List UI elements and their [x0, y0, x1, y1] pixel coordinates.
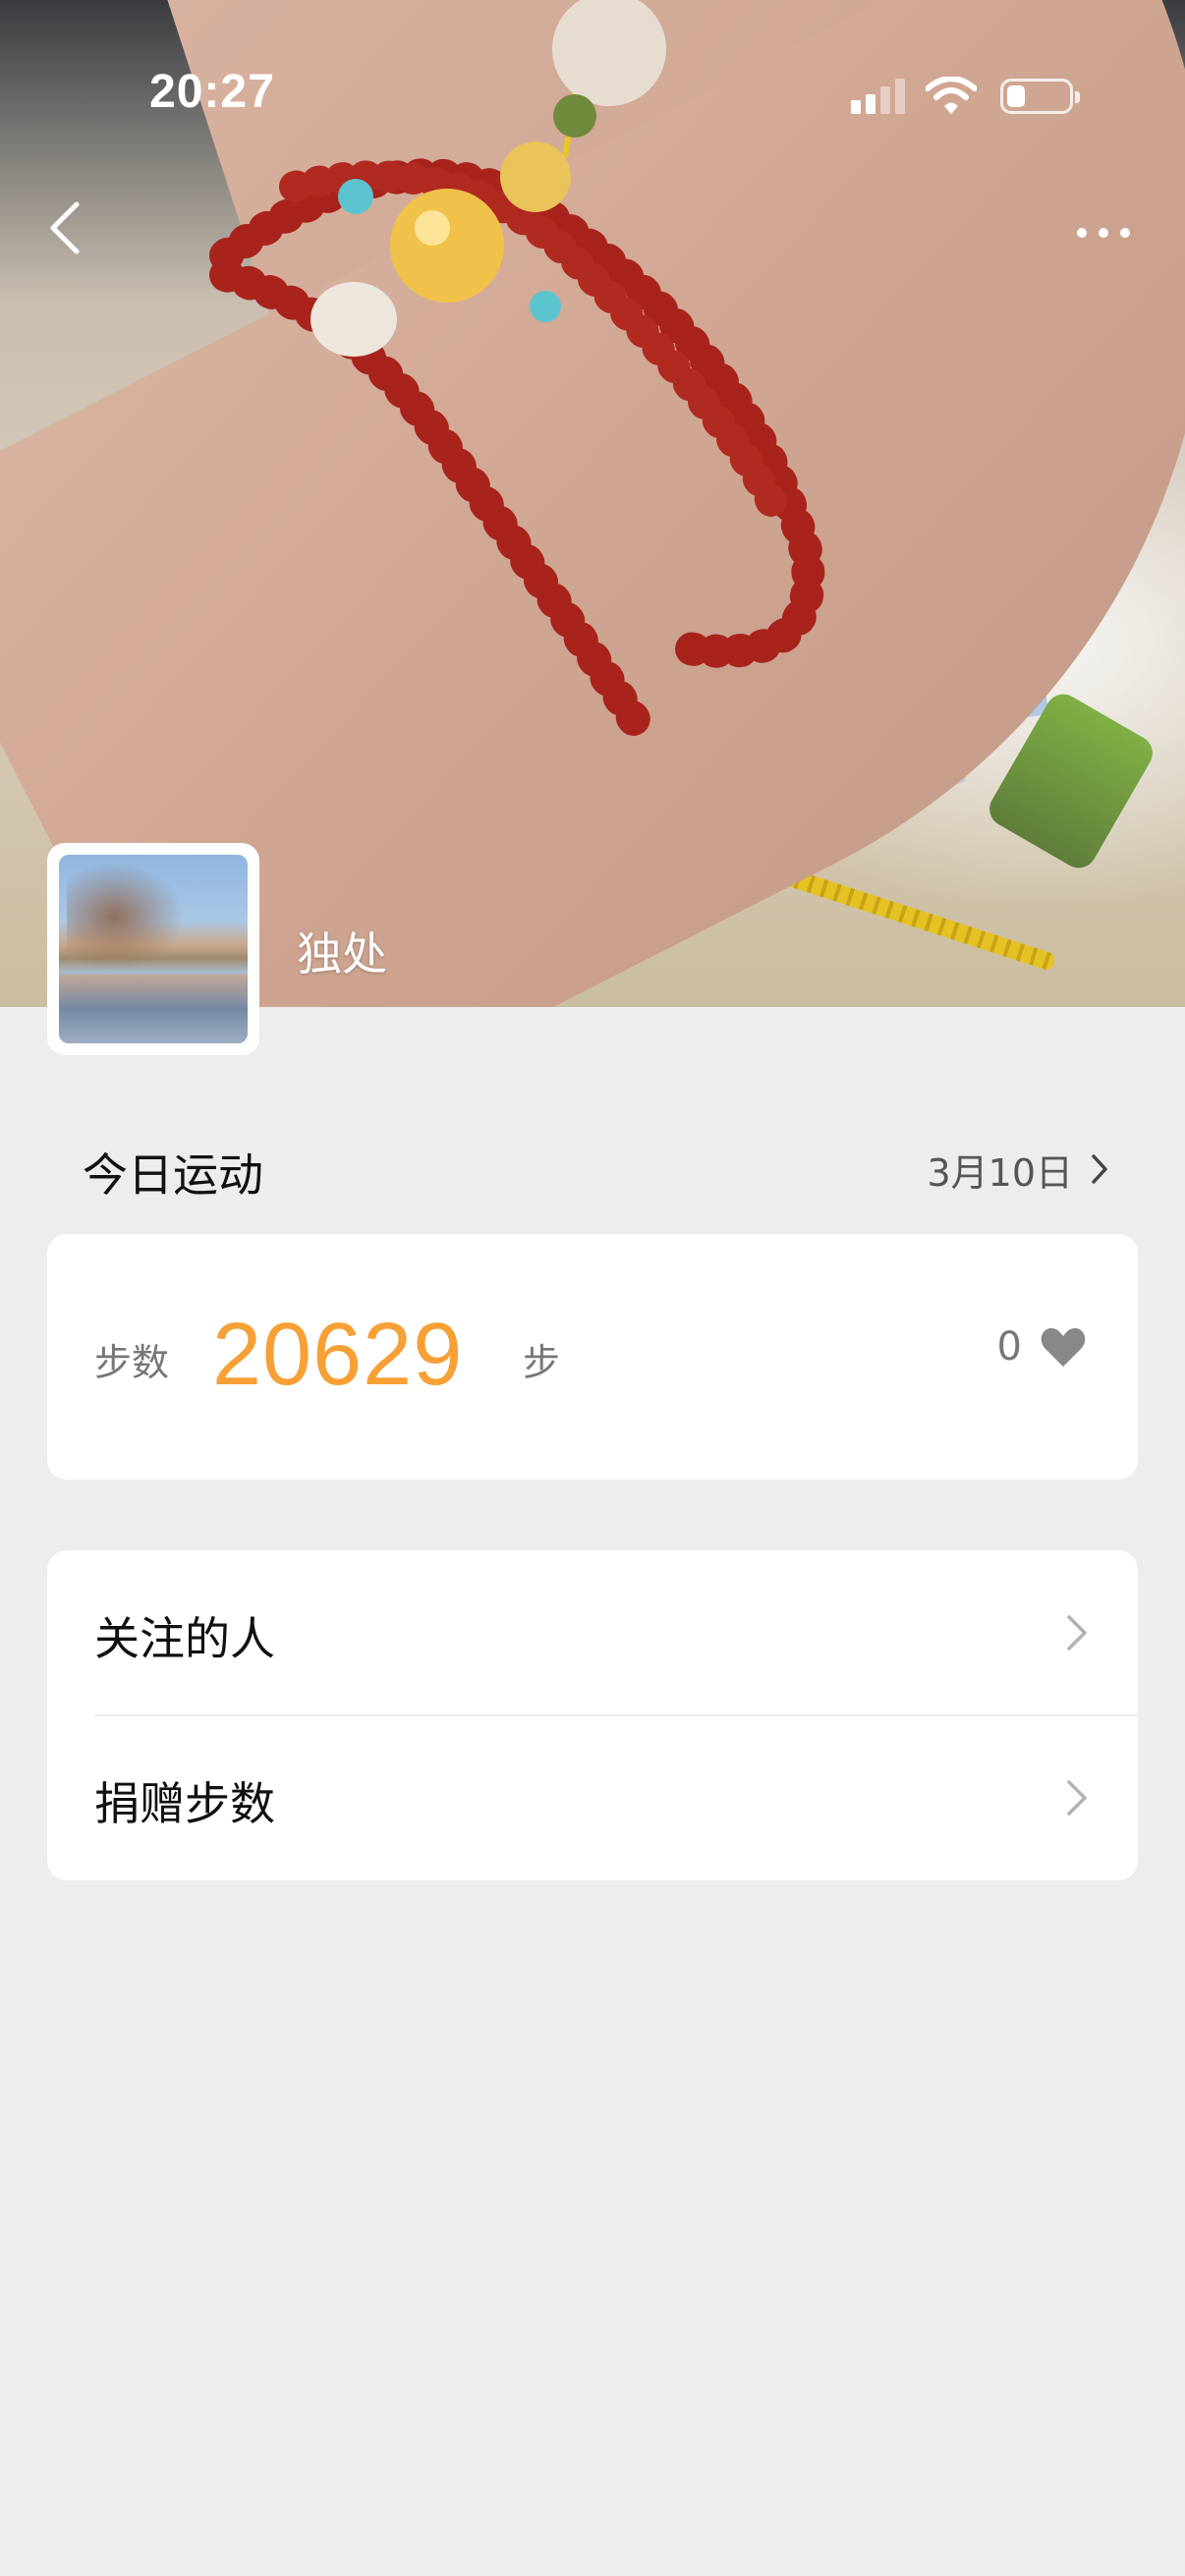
status-time: 20:27 — [149, 66, 275, 118]
date-selector[interactable]: 3月10日 — [927, 1143, 1110, 1196]
chevron-left-icon[interactable] — [39, 196, 94, 259]
menu-card: 关注的人 捐赠步数 — [47, 1550, 1138, 1880]
chevron-right-icon — [1067, 1780, 1087, 1816]
like-button[interactable]: 0 — [997, 1324, 1087, 1370]
section-title-today-sport: 今日运动 — [83, 1148, 263, 1202]
avatar-image — [59, 855, 248, 1043]
wifi-icon — [926, 77, 977, 114]
battery-level — [1007, 85, 1025, 107]
status-bar: 20:27 — [0, 0, 1185, 118]
avatar[interactable] — [47, 843, 259, 1055]
likes-count: 0 — [996, 1324, 1022, 1370]
steps-card[interactable]: 步数 20629 步 0 — [47, 1234, 1138, 1480]
chevron-right-icon — [1092, 1154, 1107, 1184]
steps-unit: 步 — [523, 1341, 561, 1384]
menu-item-following[interactable]: 关注的人 — [47, 1550, 1138, 1716]
cellular-signal-icon — [851, 79, 906, 114]
chevron-right-icon — [1067, 1615, 1087, 1651]
date-label: 3月10日 — [927, 1150, 1073, 1195]
steps-label: 步数 — [94, 1341, 170, 1384]
more-dots-icon[interactable] — [1071, 211, 1136, 251]
steps-value: 20629 — [212, 1306, 464, 1404]
menu-item-donate-steps[interactable]: 捐赠步数 — [47, 1715, 1138, 1880]
battery-icon — [1000, 79, 1080, 114]
menu-item-label: 关注的人 — [94, 1612, 275, 1665]
heart-icon — [1041, 1328, 1086, 1367]
wechat-sport-page: 20:27 独处 今日运动 3月10日 步数 20629 步 0 关注的人 捐赠… — [0, 0, 1185, 2576]
username: 独处 — [297, 927, 387, 980]
menu-item-label: 捐赠步数 — [94, 1777, 275, 1830]
